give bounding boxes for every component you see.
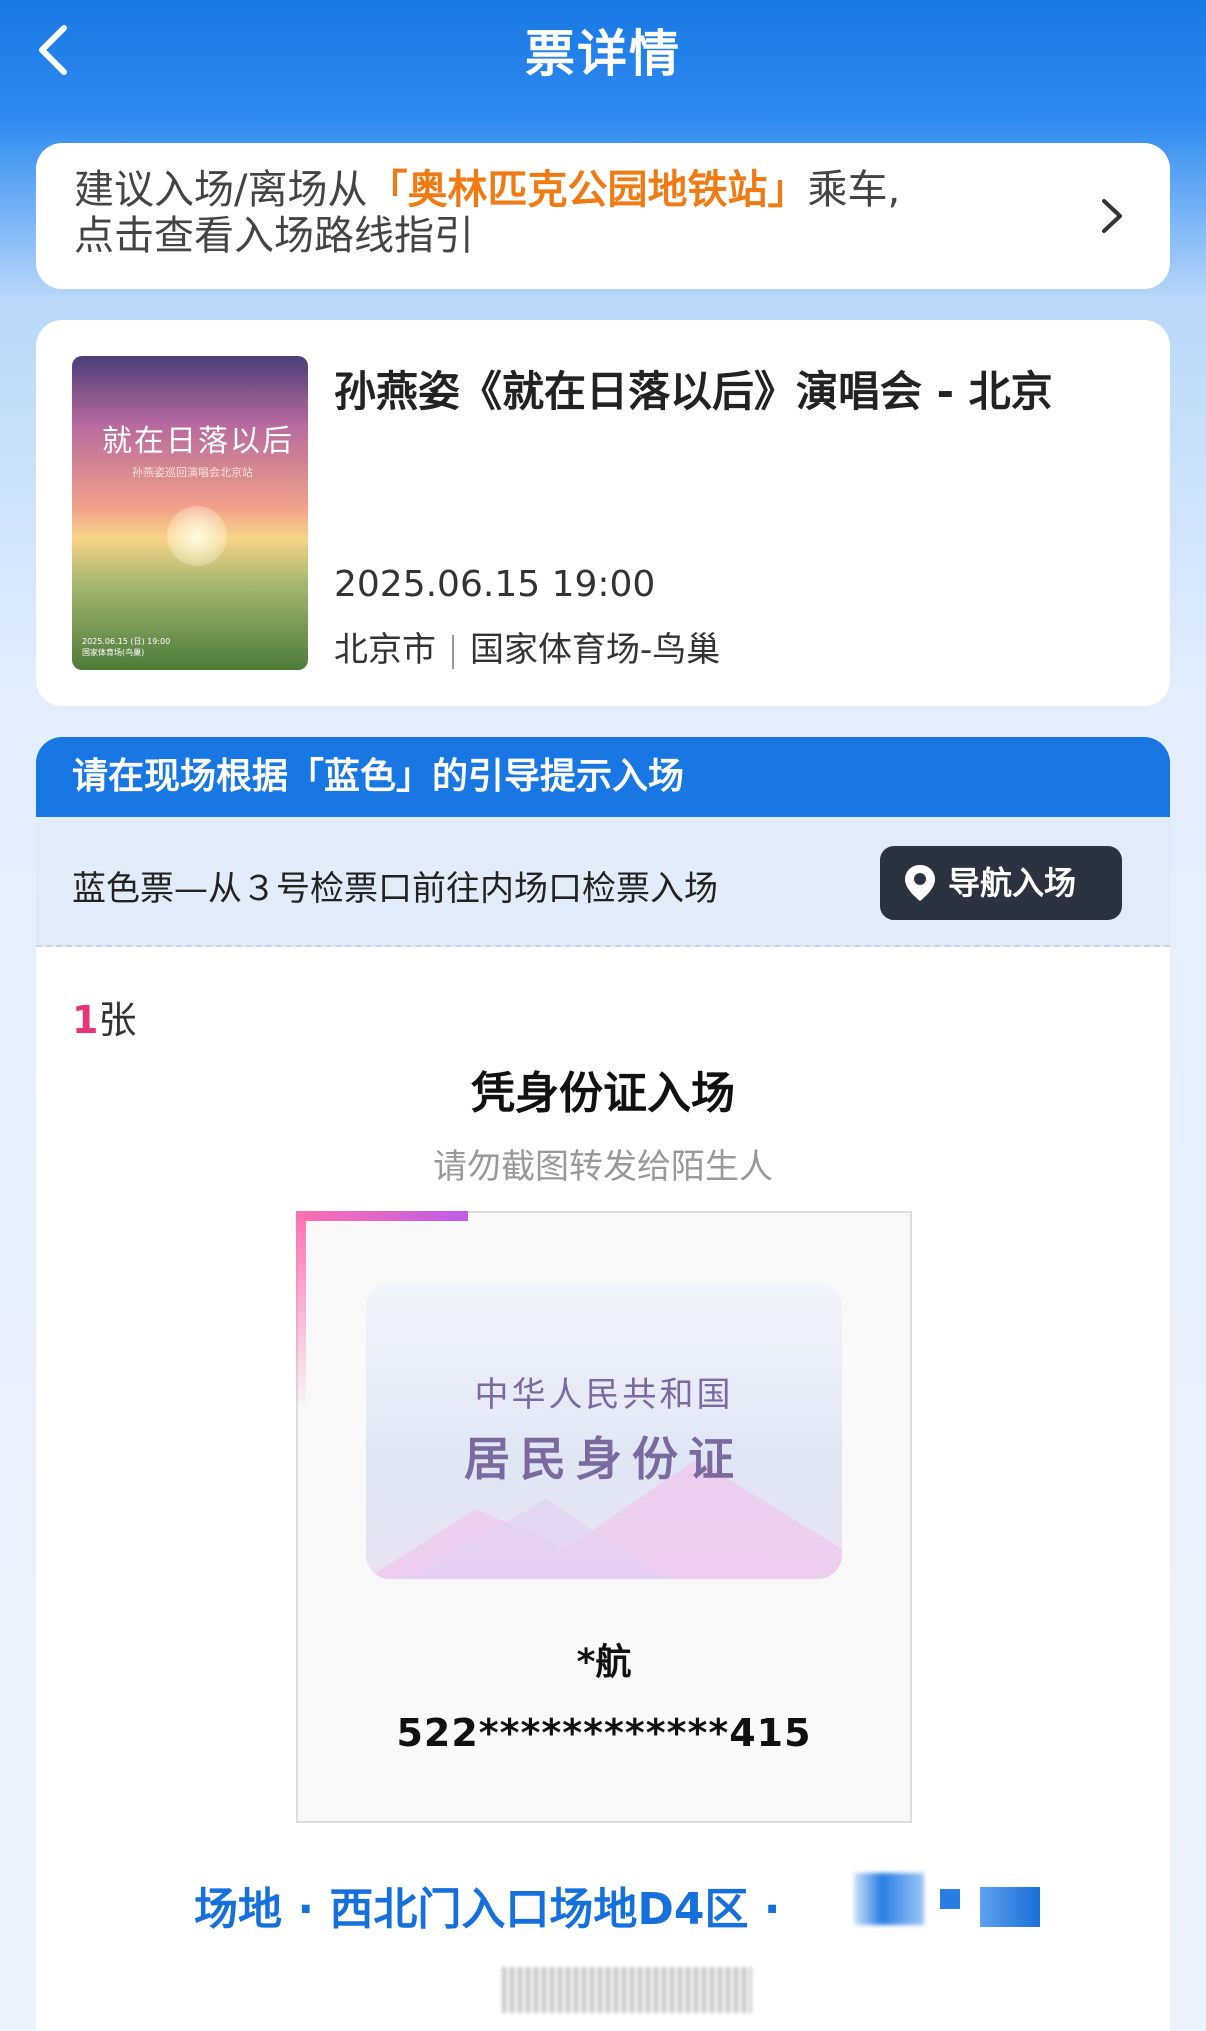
event-datetime: 2025.06.15 19:00 bbox=[334, 564, 656, 605]
page-title: 票详情 bbox=[525, 25, 681, 83]
poster-info: 2025.06.15 (日) 19:00 国家体育场(鸟巢) bbox=[82, 637, 171, 657]
event-venue: 国家体育场-鸟巢 bbox=[470, 630, 721, 670]
accent-bar-left bbox=[296, 1211, 306, 1411]
header-bar: 票详情 bbox=[0, 0, 1206, 110]
chevron-right-icon bbox=[1102, 199, 1122, 233]
route-tip-text: 建议入场/离场从「奥林匹克公园地铁站」乘车, 点击查看入场路线指引 bbox=[74, 167, 900, 259]
tip-station: 「奥林匹克公园地铁站」 bbox=[367, 167, 808, 213]
holder-name: *航 bbox=[576, 1642, 632, 1683]
id-credential-box: 中华人民共和国 居民身份证 *航 522************415 bbox=[296, 1211, 912, 1823]
guide-instruction: 蓝色票—从３号检票口前往内场口检票入场 bbox=[72, 869, 718, 909]
redacted-mark bbox=[940, 1889, 960, 1909]
ticket-count-unit: 张 bbox=[98, 998, 137, 1042]
poster-sun bbox=[167, 506, 227, 566]
guide-header: 请在现场根据「蓝色」的引导提示入场 bbox=[36, 737, 1170, 817]
navigate-entry-button[interactable]: 导航入场 bbox=[880, 846, 1122, 920]
ticket-count-number: 1 bbox=[72, 998, 99, 1042]
navigate-entry-label: 导航入场 bbox=[948, 864, 1077, 902]
accent-bar-top bbox=[296, 1211, 468, 1221]
redacted-mark bbox=[854, 1873, 924, 1925]
id-card-graphic: 中华人民共和国 居民身份证 bbox=[366, 1283, 842, 1579]
event-card[interactable]: 就在日落以后 孙燕姿巡回演唱会北京站 2025.06.15 (日) 19:00 … bbox=[36, 320, 1170, 706]
redacted-mark bbox=[980, 1887, 1040, 1927]
entry-method: 凭身份证入场 bbox=[471, 1068, 735, 1119]
guide-instruction-row: 蓝色票—从３号检票口前往内场口检票入场 导航入场 bbox=[36, 817, 1170, 947]
event-city: 北京市 bbox=[334, 630, 436, 670]
seat-info: 场地 · 西北门入口场地D4区 · bbox=[194, 1884, 781, 1935]
id-country: 中华人民共和国 bbox=[474, 1375, 734, 1415]
tip-line2: 点击查看入场路线指引 bbox=[74, 213, 474, 259]
poster-subtitle: 孙燕姿巡回演唱会北京站 bbox=[132, 466, 253, 479]
event-poster: 就在日落以后 孙燕姿巡回演唱会北京站 2025.06.15 (日) 19:00 … bbox=[72, 356, 308, 670]
poster-title: 就在日落以后 bbox=[102, 424, 294, 459]
route-tip-card[interactable]: 建议入场/离场从「奥林匹克公园地铁站」乘车, 点击查看入场路线指引 bbox=[36, 143, 1170, 289]
ticket-count: 1张 bbox=[72, 989, 136, 1044]
id-number: 522************415 bbox=[396, 1711, 812, 1755]
event-location: 北京市 国家体育场-鸟巢 bbox=[334, 622, 720, 671]
event-name: 孙燕姿《就在日落以后》演唱会 - 北京 bbox=[334, 367, 1053, 416]
tip-suffix: 乘车, bbox=[807, 167, 901, 213]
blurred-barcode bbox=[502, 1967, 752, 2013]
divider bbox=[452, 634, 454, 669]
ticket-panel: 请在现场根据「蓝色」的引导提示入场 蓝色票—从３号检票口前往内场口检票入场 导航… bbox=[36, 737, 1170, 2031]
location-pin-icon bbox=[905, 865, 935, 901]
id-type: 居民身份证 bbox=[464, 1432, 744, 1486]
tip-prefix: 建议入场/离场从 bbox=[74, 167, 368, 213]
screenshot-warning: 请勿截图转发给陌生人 bbox=[433, 1147, 773, 1187]
